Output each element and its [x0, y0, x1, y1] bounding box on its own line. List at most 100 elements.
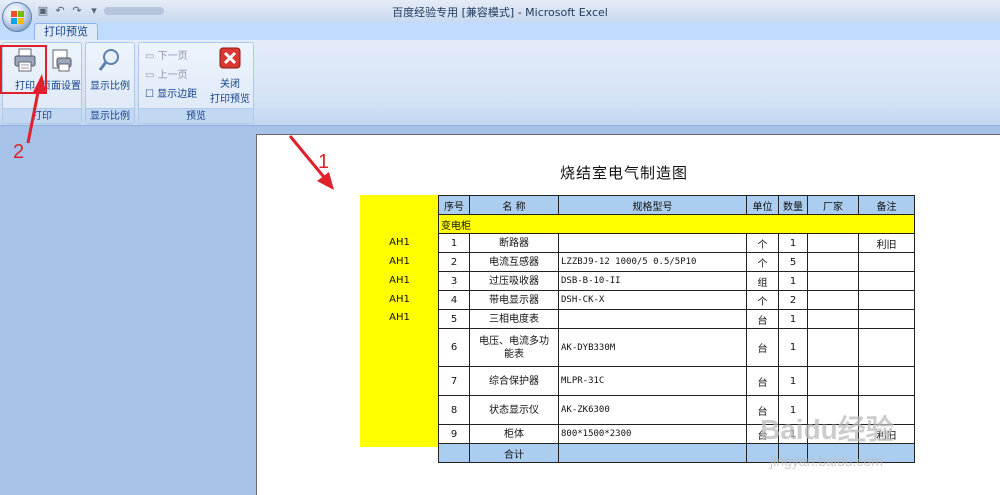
show-margins-label: 显示边距 [157, 89, 198, 100]
table-header-row: 序号 名 称 规格型号 单位 数量 厂家 备注 [438, 195, 915, 215]
table-cell-unit: 个 [746, 290, 779, 310]
office-button[interactable] [2, 2, 32, 32]
left-label: AH1 [389, 237, 410, 248]
close-red-x-icon [219, 47, 241, 69]
table-cell-spec: AK-ZK6300 [558, 395, 747, 425]
left-label: AH1 [389, 275, 410, 286]
table-cell-name: 状态显示仪 [469, 395, 559, 425]
tab-print-preview[interactable]: 打印预览 [34, 23, 98, 41]
page-setup-label: 页面设置 [41, 81, 81, 92]
table-cell-name: 综合保护器 [469, 366, 559, 396]
total-label: 合计 [469, 443, 559, 463]
table-cell-spec: LZZBJ9-12 1000/5 0.5/5P10 [558, 252, 747, 272]
table-cell-unit: 组 [746, 271, 779, 291]
baidu-watermark: Baidu经验 [760, 414, 894, 445]
table-cell-spec: DSH-CK-X [558, 290, 747, 310]
sheet-title: 烧结室电气制造图 [560, 164, 689, 182]
table-cell-name: 三相电度表 [469, 309, 559, 329]
table-cell-qty: 1 [778, 328, 808, 367]
table-cell-maker [807, 271, 859, 291]
category-cell: 变电柜 [438, 214, 915, 234]
table-cell-maker [807, 290, 859, 310]
next-page-label: 下一页 [157, 51, 188, 62]
table-cell-qty: 1 [778, 366, 808, 396]
previous-page-button[interactable]: ▭ 上一页 [145, 68, 188, 84]
table-cell-qty: 5 [778, 252, 808, 272]
table-cell-name: 过压吸收器 [469, 271, 559, 291]
table-cell-name: 带电显示器 [469, 290, 559, 310]
left-label: AH1 [389, 312, 410, 323]
table-cell-unit: 个 [746, 233, 779, 253]
header-cell: 厂家 [807, 195, 859, 215]
ribbon: 打印 页面设置 打印 显示比例 显示比例 ▭ 下一页 ▭ 上一页 ☐ 显示边距 … [0, 40, 1000, 126]
close-preview-line1: 关闭 [220, 79, 240, 90]
group-preview-label: 预览 [139, 108, 253, 123]
group-zoom: 显示比例 显示比例 [85, 42, 135, 124]
left-label: AH1 [389, 256, 410, 267]
group-print-label: 打印 [3, 108, 81, 123]
close-preview-line2: 打印预览 [210, 94, 250, 105]
magnifier-icon [98, 49, 119, 71]
next-page-icon: ▭ [145, 51, 158, 62]
table-cell-name: 柜体 [469, 424, 559, 444]
table-cell-maker [807, 233, 859, 253]
left-label: AH1 [389, 294, 410, 305]
table-cell-note [858, 309, 915, 329]
table-cell-qty: 1 [778, 309, 808, 329]
table-cell-unit: 台 [746, 328, 779, 367]
table-cell-name: 断路器 [469, 233, 559, 253]
zoom-button[interactable]: 显示比例 [89, 47, 131, 103]
header-cell: 序号 [438, 195, 470, 215]
table-row: 4 带电显示器 DSH-CK-X 个 2 [438, 290, 915, 310]
page-setup-icon [52, 49, 72, 72]
table-row: 2 电流互感器 LZZBJ9-12 1000/5 0.5/5P10 个 5 [438, 252, 915, 272]
next-page-button[interactable]: ▭ 下一页 [145, 49, 188, 65]
table-row: 1 断路器个 1 利旧 [438, 233, 915, 253]
table-cell-no: 7 [438, 366, 470, 396]
checkbox-icon: ☐ [145, 89, 158, 100]
table-cell-no: 9 [438, 424, 470, 444]
title-bar: ▣ ↶ ↷ ▾ 百度经验专用 [兼容模式] - Microsoft Excel [0, 0, 1000, 22]
table-cell-no: 2 [438, 252, 470, 272]
table-cell-no: 4 [438, 290, 470, 310]
table-cell-maker [807, 252, 859, 272]
table-cell-qty: 1 [778, 271, 808, 291]
zoom-button-label: 显示比例 [90, 81, 130, 92]
table-cell-note: 利旧 [858, 233, 915, 253]
ribbon-tab-row: 打印预览 [0, 22, 1000, 41]
table-cell-no: 8 [438, 395, 470, 425]
group-zoom-label: 显示比例 [86, 108, 134, 123]
table-cell-name: 电压、电流多功 能表 [469, 328, 559, 367]
table-cell-note [858, 328, 915, 367]
baidu-watermark-url: jingyan.baidu.com [770, 453, 883, 469]
table-cell-no: 1 [438, 233, 470, 253]
office-logo-icon [11, 11, 24, 24]
table-cell-spec [558, 309, 747, 329]
table-cell-note [858, 271, 915, 291]
table-cell-maker [807, 328, 859, 367]
header-cell: 备注 [858, 195, 915, 215]
window-title: 百度经验专用 [兼容模式] - Microsoft Excel [392, 6, 608, 19]
table-cell-note [858, 366, 915, 396]
table-cell-no: 3 [438, 271, 470, 291]
header-cell: 名 称 [469, 195, 559, 215]
category-row: 变电柜 [438, 214, 915, 234]
table-cell-no: 6 [438, 328, 470, 367]
group-preview: ▭ 下一页 ▭ 上一页 ☐ 显示边距 关闭 打印预览 预览 [138, 42, 254, 124]
show-margins-checkbox[interactable]: ☐ 显示边距 [145, 87, 197, 103]
table-row: 7 综合保护器 MLPR-31C 台 1 [438, 366, 915, 396]
table-cell-unit: 台 [746, 366, 779, 396]
table-cell-unit: 台 [746, 309, 779, 329]
table-cell-maker [807, 309, 859, 329]
table-cell [438, 443, 470, 463]
table-cell-spec: 800*1500*2300 [558, 424, 747, 444]
header-cell: 数量 [778, 195, 808, 215]
previous-page-icon: ▭ [145, 70, 158, 81]
table-cell-note [858, 290, 915, 310]
table-cell-spec: AK-DYB330M [558, 328, 747, 367]
annotation-number-1: 1 [318, 151, 330, 173]
table-row: 6 电压、电流多功 能表 AK-DYB330M 台 1 [438, 328, 915, 367]
table-cell-note [858, 252, 915, 272]
table-cell-no: 5 [438, 309, 470, 329]
close-preview-button[interactable]: 关闭 打印预览 [205, 47, 255, 105]
